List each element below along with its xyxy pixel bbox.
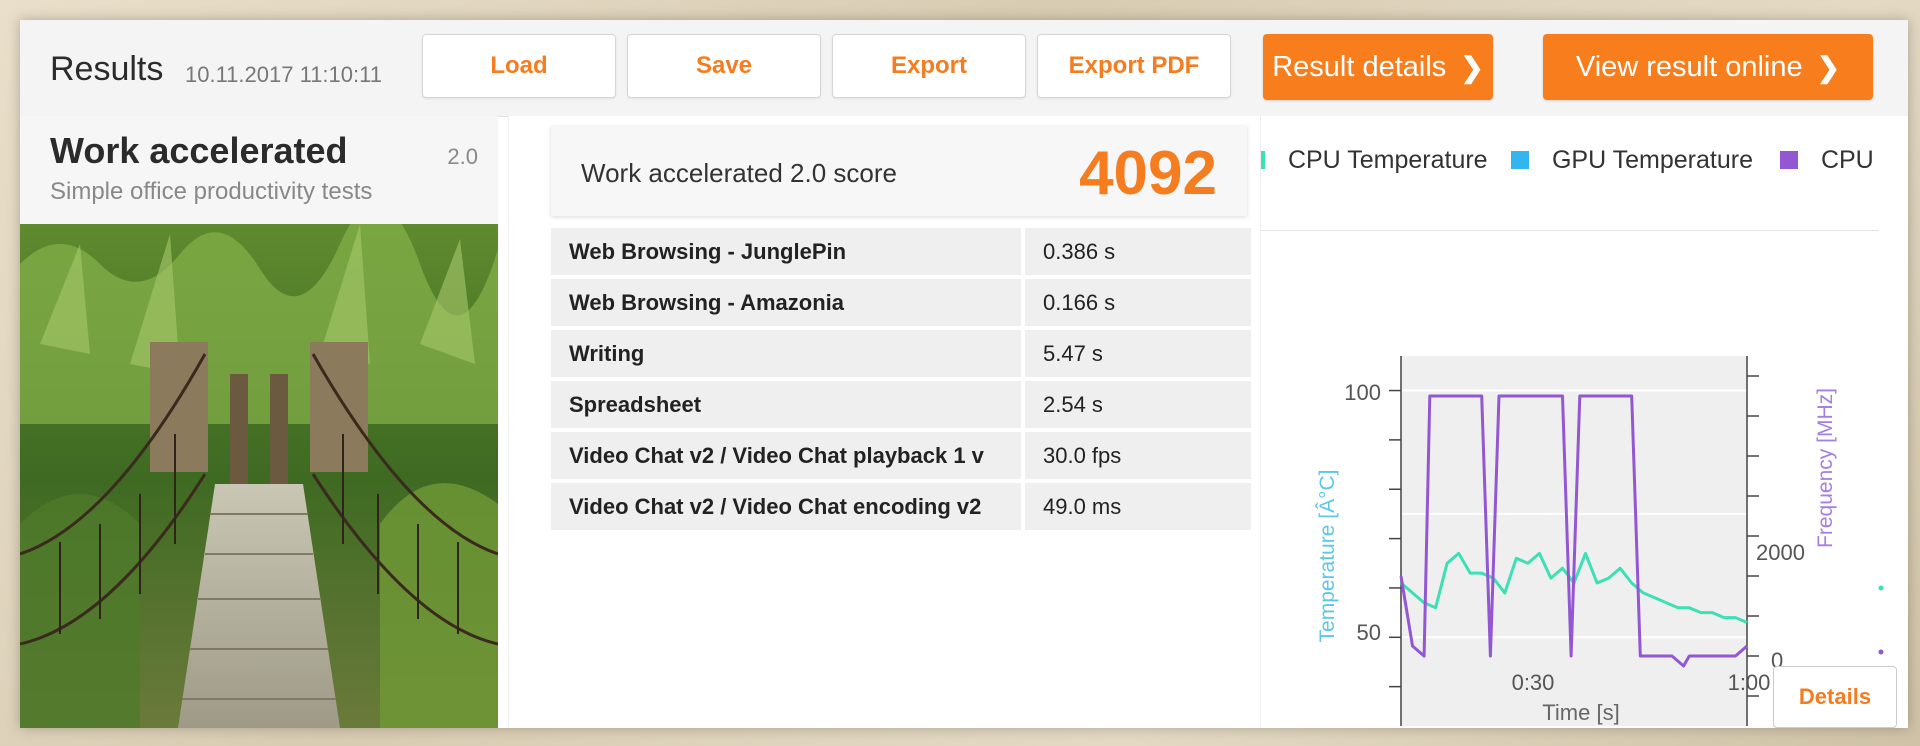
subtest-name: Video Chat v2 / Video Chat playback 1 v [551,432,1021,479]
test-description: Simple office productivity tests [50,178,373,205]
legend-label: CPU Temperature [1287,146,1488,174]
legend-gpu-temperature[interactable]: GPU Temperature [1511,146,1753,175]
table-row: Writing 5.47 s [551,330,1251,377]
legend-dot [1878,585,1884,591]
subtest-value: 2.54 s [1025,381,1251,428]
test-name: Work accelerated [50,130,348,171]
chevron-right-icon: ❯ [1816,51,1841,83]
chart-legend: CPU Temperature GPU Temperature CPU Cl [1261,146,1881,186]
view-result-online-label: View result online [1575,50,1803,83]
subtest-value: 30.0 fps [1025,432,1251,479]
legend-swatch [1261,151,1265,169]
subtest-table: Web Browsing - JunglePin 0.386 s Web Bro… [551,228,1251,534]
x-tick-label: 1:00 [1728,670,1771,695]
legend-label: CPU Cl [1820,146,1881,174]
load-button[interactable]: Load [422,34,616,98]
score-label: Work accelerated 2.0 score [581,158,897,188]
results-panel: Results 10.11.2017 11:10:11 Load Save Ex… [20,20,1908,728]
result-details-button[interactable]: Result details ❯ [1263,34,1493,100]
y-left-tick-label: 50 [1357,620,1381,645]
legend-cpu-clock[interactable]: CPU Cl [1780,146,1881,175]
test-version: 2.0 [447,144,478,169]
right-axis-title: Frequency [MHz] [1814,388,1837,548]
legend-cpu-temperature[interactable]: CPU Temperature [1261,146,1488,175]
legend-divider [1261,230,1879,231]
table-row: Spreadsheet 2.54 s [551,381,1251,428]
subtest-value: 5.47 s [1025,330,1251,377]
table-row: Video Chat v2 / Video Chat playback 1 v … [551,432,1251,479]
rope-bridge-jungle-photo [20,224,498,728]
subtest-value: 0.166 s [1025,279,1251,326]
export-button[interactable]: Export [832,34,1026,98]
table-row: Web Browsing - Amazonia 0.166 s [551,279,1251,326]
view-result-online-button[interactable]: View result online ❯ [1543,34,1873,100]
monitoring-chart: 0:30 1:00 100 50 2000 0 Time [s] Tempera… [1316,356,1884,726]
legend-label: GPU Temperature [1551,146,1753,174]
subtest-name: Video Chat v2 / Video Chat encoding v2 [551,483,1021,530]
subtest-name: Writing [551,330,1021,377]
chevron-right-icon: ❯ [1460,51,1484,83]
y-left-tick-label: 100 [1344,380,1381,405]
results-title: Results [50,50,164,88]
details-button[interactable]: Details [1773,666,1897,728]
score-column: Work accelerated 2.0 score 4092 Web Brow… [508,116,1261,728]
subtest-name: Web Browsing - JunglePin [551,228,1021,275]
subtest-value: 0.386 s [1025,228,1251,275]
subtest-name: Spreadsheet [551,381,1021,428]
results-date: 10.11.2017 11:10:11 [185,62,382,87]
y-right-tick-label: 2000 [1756,540,1805,565]
legend-swatch [1780,151,1798,169]
subtest-name: Web Browsing - Amazonia [551,279,1021,326]
score-box: Work accelerated 2.0 score 4092 [551,126,1247,216]
test-info-column: Work accelerated 2.0 Simple office produ… [20,116,498,728]
score-value: 4092 [1079,139,1217,208]
left-axis-title: Temperature [Â°C] [1316,470,1339,643]
table-row: Video Chat v2 / Video Chat encoding v2 4… [551,483,1251,530]
legend-swatch [1511,151,1529,169]
subtest-value: 49.0 ms [1025,483,1251,530]
x-axis-title: Time [s] [1542,700,1619,725]
export-pdf-button[interactable]: Export PDF [1037,34,1231,98]
save-button[interactable]: Save [627,34,821,98]
legend-dot [1878,649,1884,655]
result-details-label: Result details [1272,50,1447,83]
results-toolbar: Results 10.11.2017 11:10:11 Load Save Ex… [20,20,1908,117]
table-row: Web Browsing - JunglePin 0.386 s [551,228,1251,275]
x-tick-label: 0:30 [1512,670,1555,695]
monitoring-column: CPU Temperature GPU Temperature CPU Cl 0… [1260,116,1908,728]
